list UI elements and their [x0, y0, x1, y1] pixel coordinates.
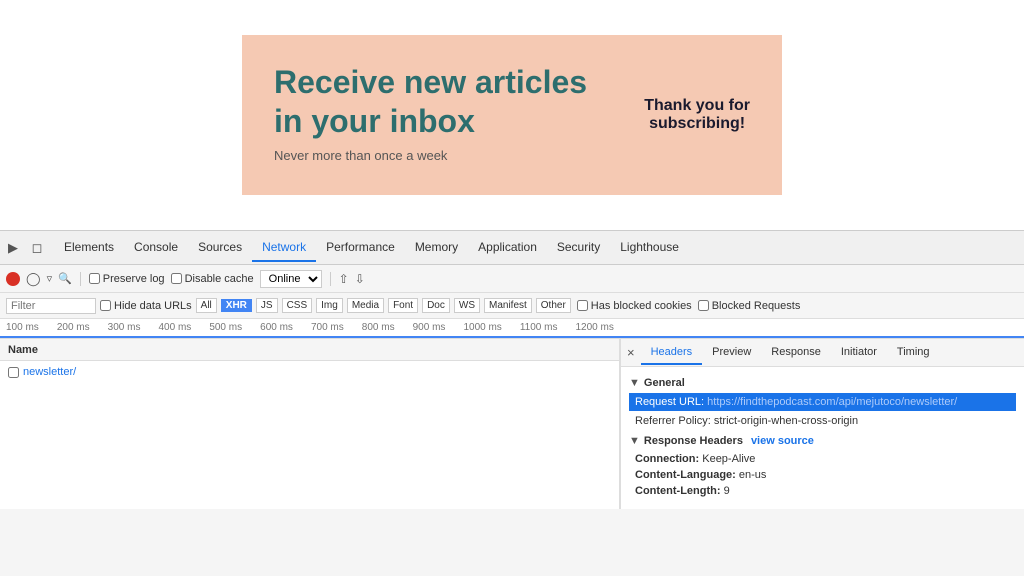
- close-icon[interactable]: ×: [621, 345, 641, 360]
- filter-all-btn[interactable]: All: [196, 298, 217, 313]
- hide-data-urls-checkbox[interactable]: [100, 300, 111, 311]
- upload-icon[interactable]: ⇧: [339, 272, 349, 286]
- devtools-tab-bar: ▶ ◻ Elements Console Sources Network Per…: [0, 231, 1024, 265]
- disable-cache-label[interactable]: Disable cache: [171, 273, 254, 285]
- network-toolbar: ◯ ▿ 🔍 Preserve log Disable cache Online …: [0, 265, 1024, 293]
- tab-security[interactable]: Security: [547, 234, 610, 262]
- details-content: ▼ General Request URL: https://findthepo…: [621, 367, 1024, 505]
- row-name[interactable]: newsletter/: [23, 366, 76, 378]
- request-url-row: Request URL: https://findthepodcast.com/…: [629, 393, 1016, 411]
- filter-ws-btn[interactable]: WS: [454, 298, 480, 313]
- response-header-language: Content-Language: en-us: [629, 467, 1016, 483]
- tab-headers[interactable]: Headers: [641, 341, 703, 365]
- general-section-header[interactable]: ▼ General: [629, 377, 1016, 389]
- devtools-icons: ▶ ◻: [4, 239, 46, 257]
- arrow-icon: ▼: [629, 377, 640, 389]
- filter-row: Hide data URLs All XHR JS CSS Img Media …: [0, 293, 1024, 319]
- tab-preview[interactable]: Preview: [702, 341, 761, 365]
- network-main: Name newsletter/ × Headers Preview Respo…: [0, 339, 1024, 509]
- clear-button[interactable]: ◯: [26, 271, 41, 287]
- filter-xhr-btn[interactable]: XHR: [221, 299, 252, 312]
- response-header-length: Content-Length: 9: [629, 483, 1016, 499]
- has-blocked-label[interactable]: Has blocked cookies: [577, 300, 692, 312]
- response-headers-section-header[interactable]: ▼ Response Headers view source: [629, 435, 1016, 447]
- tab-initiator[interactable]: Initiator: [831, 341, 887, 365]
- filter-icon[interactable]: ▿: [47, 272, 53, 285]
- request-url-link[interactable]: https://findthepodcast.com/api/mejutoco/…: [707, 396, 957, 408]
- has-blocked-checkbox[interactable]: [577, 300, 588, 311]
- tab-application[interactable]: Application: [468, 234, 547, 262]
- row-checkbox[interactable]: [8, 367, 19, 378]
- filter-media-btn[interactable]: Media: [347, 298, 384, 313]
- arrow-icon-2: ▼: [629, 435, 640, 447]
- timeline-container: 100 ms 200 ms 300 ms 400 ms 500 ms 600 m…: [0, 319, 1024, 339]
- details-panel: × Headers Preview Response Initiator Tim…: [620, 339, 1024, 509]
- filter-doc-btn[interactable]: Doc: [422, 298, 450, 313]
- newsletter-subtitle: Never more than once a week: [274, 148, 750, 163]
- tab-memory[interactable]: Memory: [405, 234, 468, 262]
- tab-performance[interactable]: Performance: [316, 234, 405, 262]
- blocked-requests-label[interactable]: Blocked Requests: [698, 300, 801, 312]
- table-row[interactable]: newsletter/: [0, 361, 619, 383]
- filter-font-btn[interactable]: Font: [388, 298, 418, 313]
- details-tab-bar: × Headers Preview Response Initiator Tim…: [621, 339, 1024, 367]
- search-icon[interactable]: 🔍: [58, 272, 72, 285]
- filter-input[interactable]: [6, 298, 96, 314]
- cursor-icon[interactable]: ▶: [4, 239, 22, 257]
- disable-cache-checkbox[interactable]: [171, 273, 182, 284]
- tab-network[interactable]: Network: [252, 234, 316, 262]
- response-header-connection: Connection: Keep-Alive: [629, 451, 1016, 467]
- tab-response[interactable]: Response: [761, 341, 831, 365]
- preserve-log-label[interactable]: Preserve log: [89, 273, 165, 285]
- hide-data-urls-label[interactable]: Hide data URLs: [100, 300, 192, 312]
- filter-img-btn[interactable]: Img: [316, 298, 343, 313]
- download-icon[interactable]: ⇩: [355, 272, 365, 286]
- separator2: [330, 272, 331, 286]
- newsletter-thanks: Thank you forsubscribing!: [644, 97, 750, 133]
- timeline-blue-bar: [0, 336, 1024, 338]
- referrer-policy-row: Referrer Policy: strict-origin-when-cros…: [629, 413, 1016, 429]
- devtools-panel: ▶ ◻ Elements Console Sources Network Per…: [0, 230, 1024, 576]
- tab-console[interactable]: Console: [124, 234, 188, 262]
- name-column-header: Name: [0, 339, 619, 361]
- preserve-log-checkbox[interactable]: [89, 273, 100, 284]
- filter-manifest-btn[interactable]: Manifest: [484, 298, 532, 313]
- filter-js-btn[interactable]: JS: [256, 298, 278, 313]
- timeline-labels: 100 ms 200 ms 300 ms 400 ms 500 ms 600 m…: [0, 319, 620, 336]
- tab-elements[interactable]: Elements: [54, 234, 124, 262]
- newsletter-box: Receive new articles in your inbox Never…: [242, 35, 782, 195]
- filter-other-btn[interactable]: Other: [536, 298, 571, 313]
- throttle-select[interactable]: Online: [260, 270, 322, 288]
- tab-lighthouse[interactable]: Lighthouse: [610, 234, 689, 262]
- device-icon[interactable]: ◻: [28, 239, 46, 257]
- filter-css-btn[interactable]: CSS: [282, 298, 313, 313]
- blocked-requests-checkbox[interactable]: [698, 300, 709, 311]
- tab-sources[interactable]: Sources: [188, 234, 252, 262]
- record-button[interactable]: [6, 272, 20, 286]
- tab-timing[interactable]: Timing: [887, 341, 940, 365]
- view-source-link[interactable]: view source: [751, 435, 814, 447]
- separator: [80, 272, 81, 286]
- name-panel: Name newsletter/: [0, 339, 620, 509]
- page-content: Receive new articles in your inbox Never…: [0, 0, 1024, 230]
